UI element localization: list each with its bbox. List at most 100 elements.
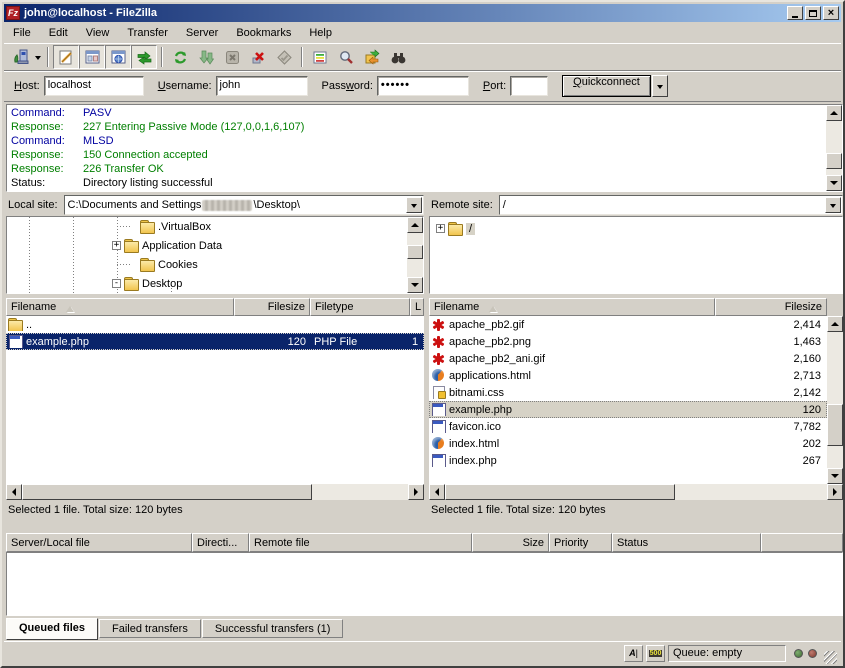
file-row-example-php[interactable]: example.php 120 PHP File 1 xyxy=(6,333,424,350)
file-row-example-php[interactable]: example.php 120 xyxy=(429,401,827,418)
scrollbar-thumb[interactable] xyxy=(407,245,423,259)
file-row[interactable]: apache_pb2.png 1,463 xyxy=(429,333,827,350)
scroll-right-button[interactable] xyxy=(827,484,843,500)
column-header-filetype[interactable]: Filetype xyxy=(310,298,410,316)
column-header-filename[interactable]: Filename xyxy=(429,298,715,316)
queue-body[interactable] xyxy=(6,552,843,616)
column-header-direction[interactable]: Directi... xyxy=(192,533,249,552)
local-site-combo[interactable]: C:\Documents and Settings\Desktop\ xyxy=(64,195,424,215)
file-row[interactable]: apache_pb2.gif 2,414 xyxy=(429,316,827,333)
tab-queued-files[interactable]: Queued files xyxy=(6,618,98,640)
port-input[interactable] xyxy=(510,76,548,96)
menu-bookmarks[interactable]: Bookmarks xyxy=(227,24,300,42)
menu-transfer[interactable]: Transfer xyxy=(118,24,177,42)
site-manager-dropdown-arrow[interactable] xyxy=(35,56,41,63)
folder-icon xyxy=(140,258,155,271)
php-file-icon xyxy=(431,403,446,416)
username-input[interactable]: john xyxy=(216,76,308,96)
file-row[interactable]: apache_pb2_ani.gif 2,160 xyxy=(429,350,827,367)
tree-expander-plus[interactable]: + xyxy=(112,241,121,250)
toggle-local-tree-button[interactable] xyxy=(79,45,105,69)
folder-icon xyxy=(448,222,463,235)
site-manager-button[interactable] xyxy=(8,45,34,69)
tree-item-virtualbox[interactable]: .VirtualBox xyxy=(128,217,211,236)
password-input[interactable]: •••••• xyxy=(377,76,469,96)
host-input[interactable]: localhost xyxy=(44,76,144,96)
local-horizontal-scrollbar[interactable] xyxy=(6,484,424,500)
scroll-up-button[interactable] xyxy=(407,217,423,233)
toggle-transfer-queue-button[interactable] xyxy=(131,45,157,69)
column-header-filename[interactable]: Filename xyxy=(6,298,234,316)
directory-filters-button[interactable] xyxy=(307,45,333,69)
refresh-button[interactable] xyxy=(167,45,193,69)
column-header-filesize[interactable]: Filesize xyxy=(234,298,310,316)
column-header-size[interactable]: Size xyxy=(472,533,549,552)
maximize-button[interactable] xyxy=(805,6,821,20)
toggle-remote-tree-button[interactable] xyxy=(105,45,131,69)
file-row[interactable]: favicon.ico 7,782 xyxy=(429,418,827,435)
resize-grip[interactable] xyxy=(824,651,837,664)
menu-view[interactable]: View xyxy=(77,24,119,42)
local-tree-scrollbar[interactable] xyxy=(407,217,423,293)
find-files-button[interactable] xyxy=(385,45,411,69)
scroll-up-button[interactable] xyxy=(827,316,843,332)
column-header-remote-file[interactable]: Remote file xyxy=(249,533,472,552)
arrow-up-icon xyxy=(411,219,419,227)
scrollbar-thumb[interactable] xyxy=(445,484,675,500)
tab-successful-transfers[interactable]: Successful transfers (1) xyxy=(202,619,344,638)
minimize-button[interactable] xyxy=(787,6,803,20)
file-row-parent-dir[interactable]: .. xyxy=(6,316,424,333)
toggle-message-log-button[interactable] xyxy=(53,45,79,69)
tree-item-cookies[interactable]: Cookies xyxy=(128,255,198,274)
remote-horizontal-scrollbar[interactable] xyxy=(429,484,843,500)
tree-expander-plus[interactable]: + xyxy=(436,224,445,233)
column-header-status[interactable]: Status xyxy=(612,533,761,552)
quickconnect-button[interactable]: Quickconnect xyxy=(562,75,651,97)
column-header-filesize[interactable]: Filesize xyxy=(715,298,827,316)
tree-item-root[interactable]: + / xyxy=(436,219,475,238)
menu-server[interactable]: Server xyxy=(177,24,227,42)
file-row[interactable]: bitnami.css 2,142 xyxy=(429,384,827,401)
menu-file[interactable]: File xyxy=(4,24,40,42)
tree-item-application-data[interactable]: + Application Data xyxy=(112,236,222,255)
tree-expander-minus[interactable]: - xyxy=(112,279,121,288)
process-queue-button[interactable] xyxy=(193,45,219,69)
file-row[interactable]: applications.html 2,713 xyxy=(429,367,827,384)
tab-failed-transfers[interactable]: Failed transfers xyxy=(99,619,201,638)
scroll-right-button[interactable] xyxy=(408,484,424,500)
scroll-up-button[interactable] xyxy=(826,105,842,121)
remote-site-dropdown-button[interactable] xyxy=(825,197,841,213)
scroll-down-button[interactable] xyxy=(407,277,423,293)
remote-site-combo[interactable]: / xyxy=(499,195,843,215)
disconnect-button[interactable] xyxy=(245,45,271,69)
cancel-operation-button[interactable] xyxy=(219,45,245,69)
local-site-dropdown-button[interactable] xyxy=(406,197,422,213)
quickconnect-dropdown-button[interactable] xyxy=(652,75,668,97)
menu-edit[interactable]: Edit xyxy=(40,24,77,42)
scrollbar-thumb[interactable] xyxy=(826,153,842,169)
log-scrollbar[interactable] xyxy=(826,105,842,191)
file-row[interactable]: index.php 267 xyxy=(429,452,827,469)
speed-limit-icon[interactable]: 500 xyxy=(646,645,665,662)
tree-item-label: Cookies xyxy=(158,259,198,271)
remote-list-scrollbar[interactable] xyxy=(827,316,843,484)
scrollbar-thumb[interactable] xyxy=(22,484,312,500)
scroll-left-button[interactable] xyxy=(429,484,445,500)
column-header-server-local-file[interactable]: Server/Local file xyxy=(6,533,192,552)
scroll-down-button[interactable] xyxy=(827,468,843,484)
reconnect-button[interactable] xyxy=(271,45,297,69)
scroll-left-button[interactable] xyxy=(6,484,22,500)
column-header-modified[interactable]: L xyxy=(410,298,424,316)
close-button[interactable]: × xyxy=(823,6,839,20)
menu-help[interactable]: Help xyxy=(300,24,341,42)
data-type-indicator-icon[interactable]: A| xyxy=(624,645,643,662)
column-header-priority[interactable]: Priority xyxy=(549,533,612,552)
scrollbar-thumb[interactable] xyxy=(827,404,843,446)
scroll-down-button[interactable] xyxy=(826,175,842,191)
tree-item-desktop[interactable]: - Desktop xyxy=(112,274,182,293)
title-bar[interactable]: Fz john@localhost - FileZilla × xyxy=(4,4,841,22)
directory-comparison-button[interactable] xyxy=(333,45,359,69)
tree-item-label: Desktop xyxy=(142,278,182,290)
file-row[interactable]: index.html 202 xyxy=(429,435,827,452)
synchronized-browsing-button[interactable] xyxy=(359,45,385,69)
